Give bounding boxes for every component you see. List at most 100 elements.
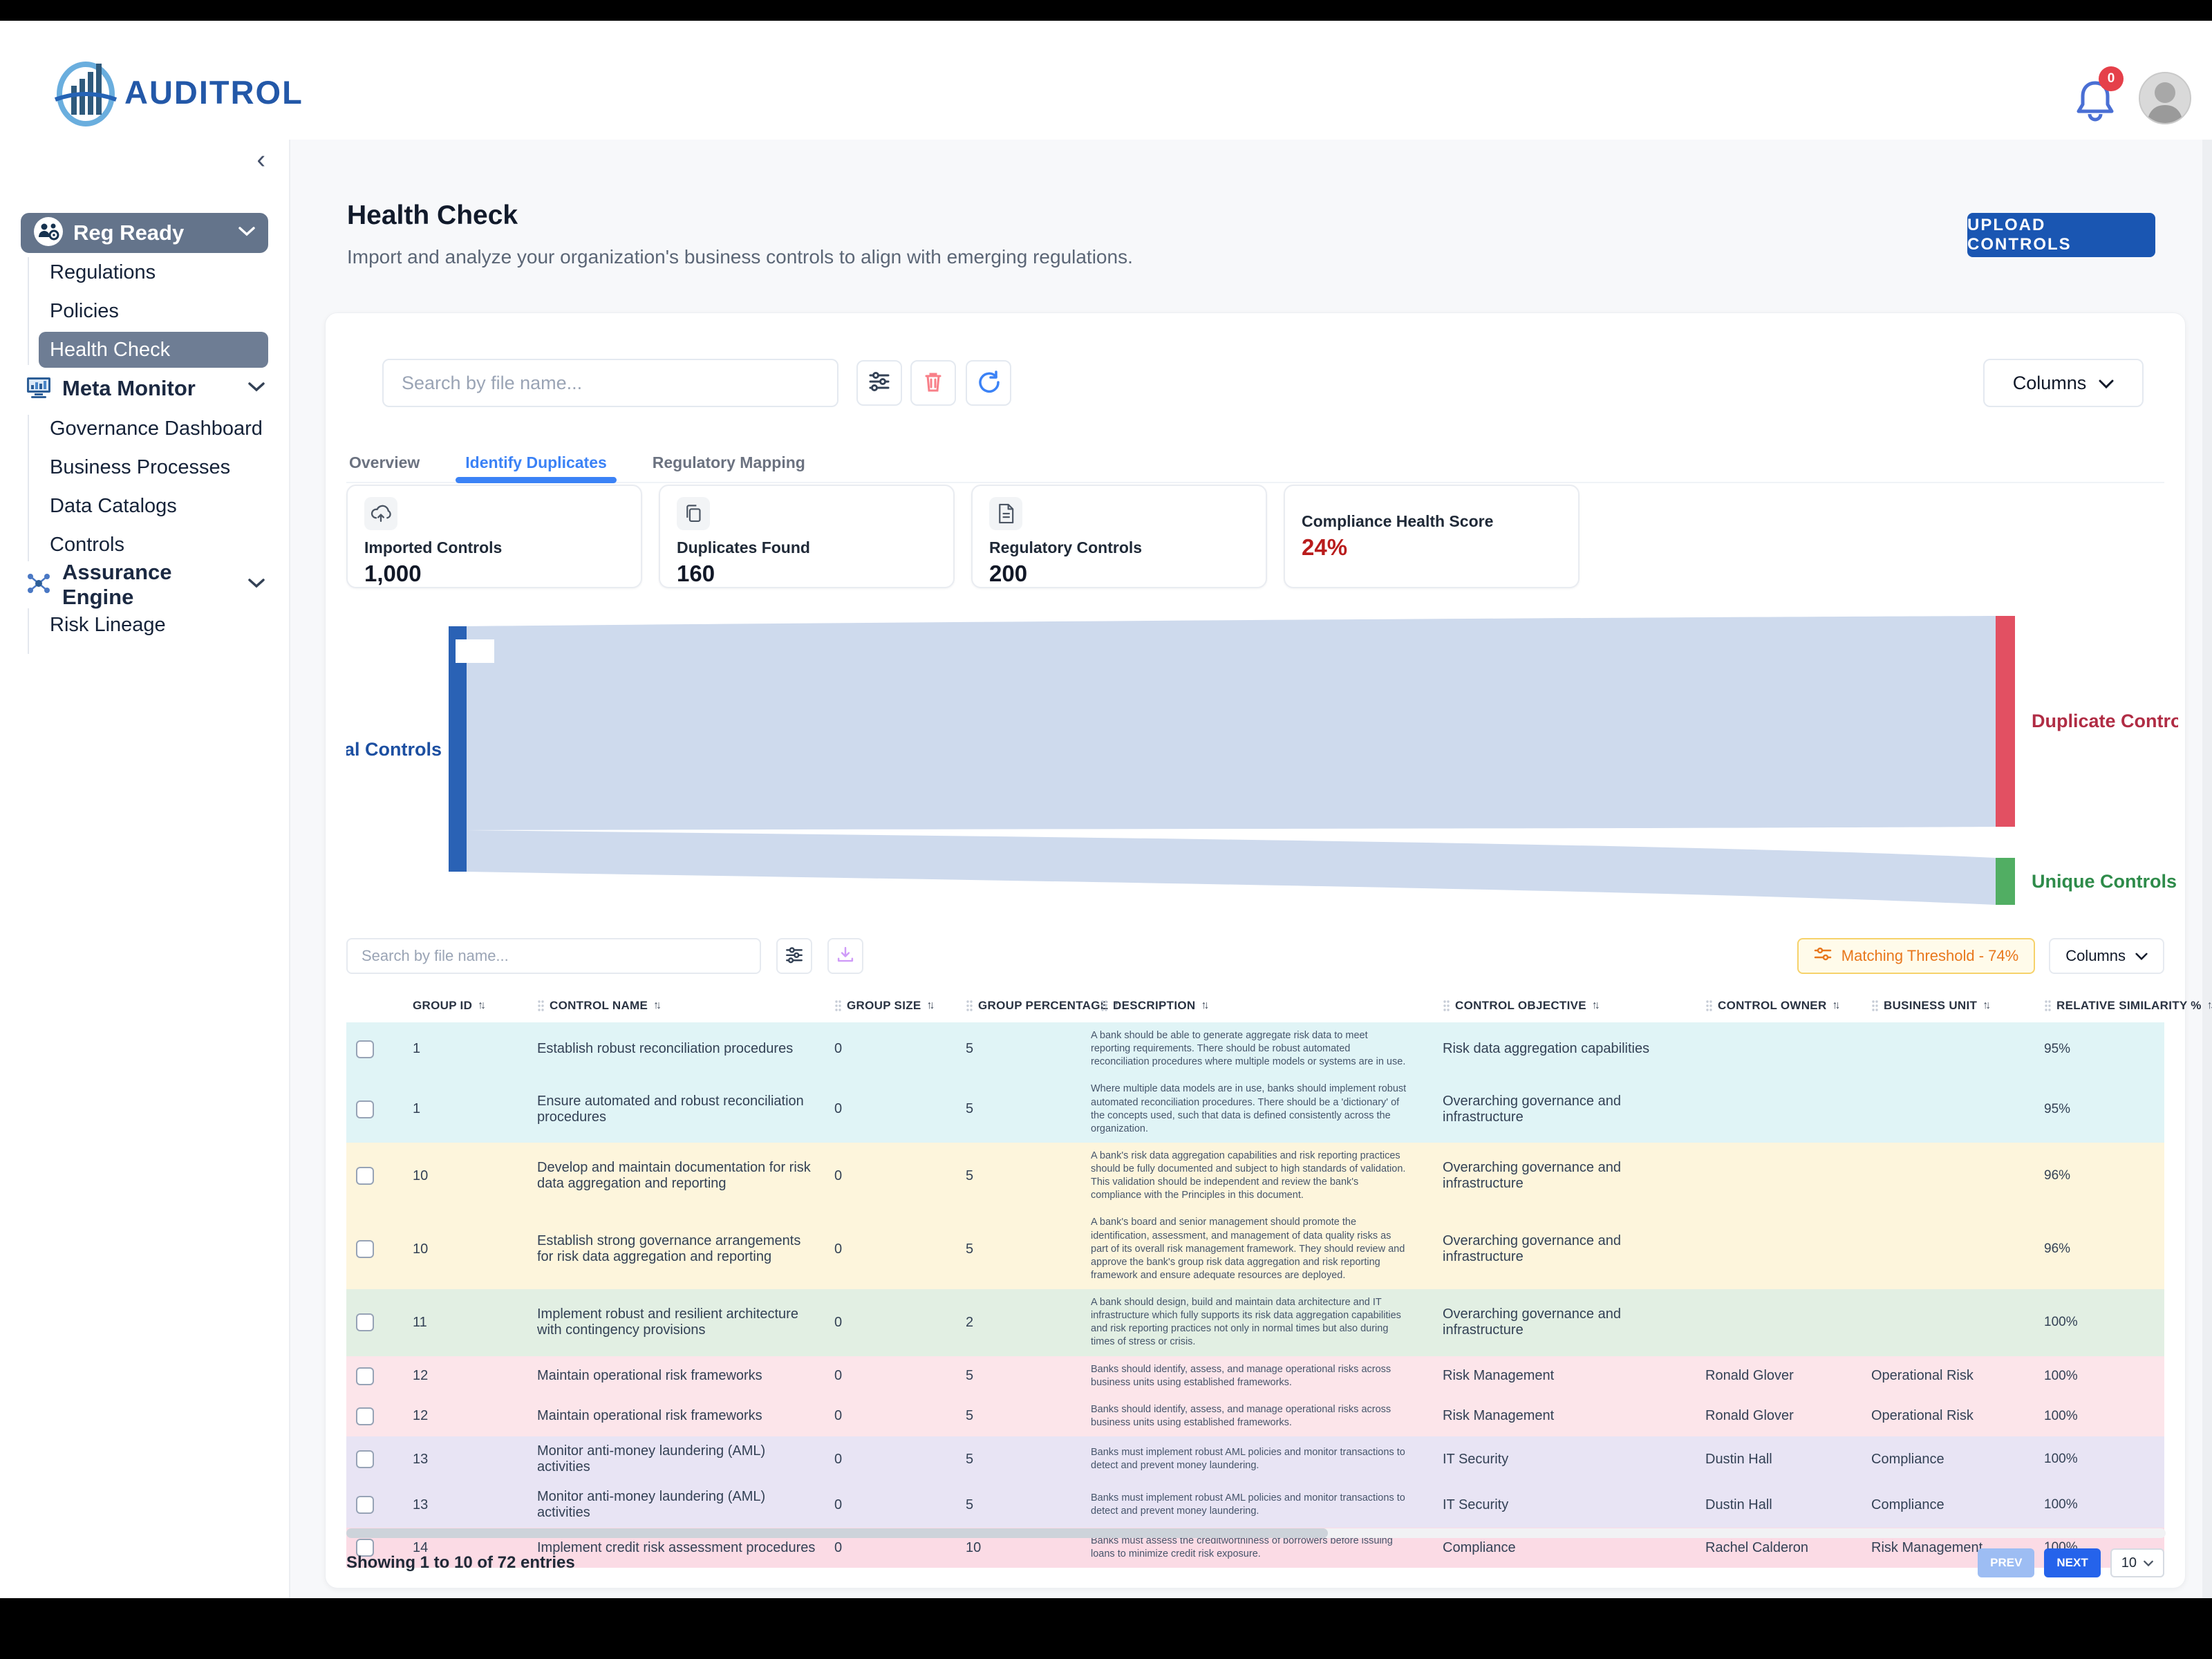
cell-group-size: 0 — [816, 1101, 948, 1117]
delete-button[interactable] — [910, 360, 956, 406]
cell-control-objective: IT Security — [1425, 1452, 1687, 1468]
drag-handle-icon — [1705, 1000, 1712, 1012]
cell-group-id: 12 — [395, 1408, 519, 1424]
sidebar-item-governance-dashboard[interactable]: Governance Dashboard — [0, 409, 289, 448]
cell-group-percentage: 5 — [948, 1452, 1082, 1468]
chevron-down-icon — [247, 382, 265, 396]
col-header-control-name[interactable]: Control Name↑↓ — [519, 999, 816, 1013]
sidebar-item-risk-lineage[interactable]: Risk Lineage — [0, 606, 289, 644]
stat-value: 160 — [677, 561, 937, 587]
cell-group-percentage: 5 — [948, 1368, 1082, 1384]
cell-group-id: 13 — [395, 1497, 519, 1513]
cell-control-owner: Dustin Hall — [1687, 1497, 1853, 1513]
page-size-select[interactable]: 10 — [2110, 1548, 2164, 1577]
row-checkbox[interactable] — [356, 1407, 374, 1425]
row-checkbox[interactable] — [356, 1167, 374, 1185]
sort-icon: ↑↓ — [1983, 1000, 1988, 1012]
sidebar-item-business-processes[interactable]: Business Processes — [0, 448, 289, 487]
refresh-button[interactable] — [966, 360, 1011, 406]
prev-page-button[interactable]: PREV — [1978, 1548, 2034, 1577]
document-icon — [989, 497, 1022, 530]
sidebar-item-policies[interactable]: Policies — [0, 292, 289, 330]
upload-controls-button[interactable]: UPLOAD CONTROLS — [1967, 213, 2155, 257]
columns-label: Columns — [2065, 947, 2126, 965]
cell-control-name: Monitor anti-money laundering (AML) acti… — [519, 1443, 816, 1475]
col-header-control-owner[interactable]: Control Owner↑↓ — [1687, 999, 1853, 1013]
sidebar-group-meta-monitor[interactable]: Meta Monitor — [0, 368, 289, 409]
sidebar-collapse-button[interactable]: ‹ — [256, 147, 265, 173]
table-download-button[interactable] — [827, 938, 863, 974]
sort-icon: ↑↓ — [1833, 1000, 1838, 1012]
stat-label: Duplicates Found — [677, 538, 937, 557]
table-columns-dropdown[interactable]: Columns — [2049, 938, 2164, 974]
row-checkbox[interactable] — [356, 1040, 374, 1058]
sidebar-item-health-check[interactable]: Health Check — [39, 332, 268, 368]
tab-regulatory-mapping[interactable]: Regulatory Mapping — [653, 443, 805, 482]
matching-threshold-badge[interactable]: Matching Threshold - 74% — [1797, 938, 2035, 974]
col-header-description[interactable]: Description↑↓ — [1082, 999, 1425, 1013]
next-page-button[interactable]: NEXT — [2044, 1548, 2100, 1577]
chevron-down-icon — [247, 578, 265, 592]
stat-imported-controls: Imported Controls 1,000 — [346, 485, 642, 588]
col-header-relative-similarity[interactable]: Relative Similarity %↑↓ — [2026, 999, 2212, 1013]
sidebar-group-assurance-engine[interactable]: Assurance Engine — [0, 564, 289, 606]
stat-label: Regulatory Controls — [989, 538, 1249, 557]
cell-group-percentage: 2 — [948, 1315, 1082, 1331]
columns-dropdown[interactable]: Columns — [1983, 359, 2144, 407]
table-row: 1Ensure automated and robust reconciliat… — [346, 1076, 2164, 1143]
row-checkbox[interactable] — [356, 1240, 374, 1258]
sankey-source-node — [449, 626, 467, 872]
cell-control-name: Maintain operational risk frameworks — [519, 1368, 816, 1384]
chevron-down-icon — [2099, 373, 2114, 394]
table-row: 12Maintain operational risk frameworks05… — [346, 1356, 2164, 1396]
horizontal-scrollbar[interactable] — [346, 1528, 1328, 1538]
table-row: 11Implement robust and resilient archite… — [346, 1289, 2164, 1356]
sort-icon: ↑↓ — [1592, 1000, 1597, 1012]
col-header-group-size[interactable]: Group Size↑↓ — [816, 999, 948, 1013]
row-checkbox[interactable] — [356, 1313, 374, 1331]
cell-group-percentage: 5 — [948, 1041, 1082, 1057]
sankey-tooltip-box — [456, 639, 494, 663]
sidebar-item-data-catalogs[interactable]: Data Catalogs — [0, 487, 289, 525]
row-checkbox[interactable] — [356, 1100, 374, 1118]
cell-group-size: 0 — [816, 1408, 948, 1424]
stat-regulatory-controls: Regulatory Controls 200 — [971, 485, 1267, 588]
sidebar-item-controls[interactable]: Controls — [0, 525, 289, 564]
search-input[interactable] — [382, 359, 838, 407]
row-checkbox[interactable] — [356, 1450, 374, 1468]
cell-description: Banks must implement robust AML policies… — [1082, 1492, 1425, 1518]
horizontal-scrollbar-track — [346, 1528, 2166, 1538]
cell-control-objective: IT Security — [1425, 1497, 1687, 1513]
entries-summary: Showing 1 to 10 of 72 entries — [346, 1553, 575, 1573]
table-header-row: Group ID↑↓ Control Name↑↓ Group Size↑↓ G… — [346, 989, 2164, 1022]
cell-group-percentage: 5 — [948, 1408, 1082, 1424]
sidebar: ‹ Reg Ready Regulations Policies Health … — [0, 140, 290, 1598]
app-logo[interactable]: AUDITROL — [54, 54, 303, 131]
notifications-button[interactable]: 0 — [2074, 76, 2122, 129]
sidebar-group-label: Assurance Engine — [62, 560, 238, 610]
filter-button[interactable] — [856, 360, 902, 406]
col-header-group-percentage[interactable]: Group Percentage↑↓ — [948, 999, 1082, 1013]
col-header-control-objective[interactable]: Control Objective↑↓ — [1425, 999, 1687, 1013]
cell-group-percentage: 5 — [948, 1168, 1082, 1184]
sliders-icon — [868, 370, 891, 397]
row-checkbox[interactable] — [356, 1367, 374, 1385]
tab-overview[interactable]: Overview — [349, 443, 420, 482]
sidebar-group-reg-ready[interactable]: Reg Ready — [21, 213, 268, 253]
col-header-business-unit[interactable]: Business Unit↑↓ — [1853, 999, 2026, 1013]
tab-identify-duplicates[interactable]: Identify Duplicates — [465, 443, 606, 482]
cell-group-percentage: 5 — [948, 1101, 1082, 1117]
cell-description: Banks should identify, assess, and manag… — [1082, 1403, 1425, 1430]
table-search-input[interactable] — [346, 938, 761, 974]
vertical-scrollbar[interactable] — [2202, 21, 2212, 1598]
sankey-unique-label: Unique Controls — [2032, 871, 2177, 892]
sort-icon: ↑↓ — [2207, 1000, 2212, 1012]
table-toolbar: Matching Threshold - 74% Columns — [346, 938, 2164, 974]
row-checkbox[interactable] — [356, 1496, 374, 1514]
col-header-group-id[interactable]: Group ID↑↓ — [395, 999, 519, 1013]
health-check-card: Columns Overview Identify Duplicates Reg… — [325, 312, 2186, 1588]
user-avatar[interactable] — [2139, 72, 2191, 124]
table-filter-button[interactable] — [776, 938, 812, 974]
sort-icon: ↑↓ — [478, 1000, 483, 1012]
sidebar-item-regulations[interactable]: Regulations — [0, 253, 289, 292]
